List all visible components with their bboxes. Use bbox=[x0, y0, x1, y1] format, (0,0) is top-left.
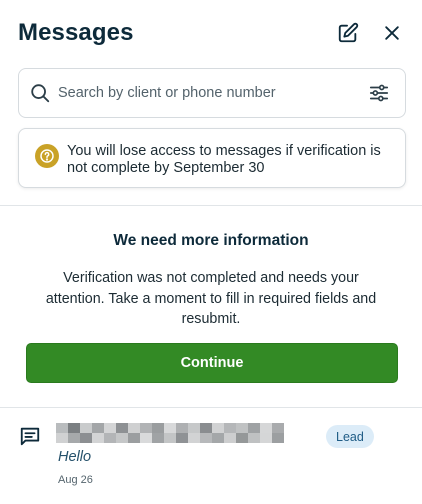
contact-name-redacted bbox=[56, 423, 284, 443]
continue-button[interactable]: Continue bbox=[26, 343, 398, 383]
divider bbox=[0, 205, 422, 206]
close-icon bbox=[385, 26, 399, 40]
compose-button[interactable] bbox=[336, 21, 360, 45]
close-button[interactable] bbox=[380, 21, 404, 45]
search-icon bbox=[31, 84, 50, 103]
message-preview: Hello bbox=[58, 449, 92, 465]
filter-button[interactable] bbox=[367, 81, 391, 105]
filter-sliders-icon bbox=[369, 84, 389, 102]
header: Messages bbox=[18, 14, 404, 52]
search-input[interactable] bbox=[58, 85, 367, 101]
compose-icon bbox=[338, 22, 359, 43]
status-badge: Lead bbox=[326, 425, 374, 448]
info-title: We need more information bbox=[113, 232, 309, 249]
message-date: Aug 26 bbox=[58, 474, 93, 486]
verification-notice: You will lose access to messages if veri… bbox=[18, 128, 406, 188]
question-icon bbox=[35, 144, 59, 168]
search-bar bbox=[18, 68, 406, 118]
notice-text: You will lose access to messages if veri… bbox=[67, 143, 381, 176]
message-thread[interactable]: Hello Aug 26 Lead bbox=[0, 409, 422, 504]
divider bbox=[0, 407, 422, 408]
info-body: Verification was not completed and needs… bbox=[45, 270, 377, 327]
page-title: Messages bbox=[18, 19, 134, 46]
message-icon bbox=[19, 425, 41, 452]
header-actions bbox=[336, 21, 404, 45]
